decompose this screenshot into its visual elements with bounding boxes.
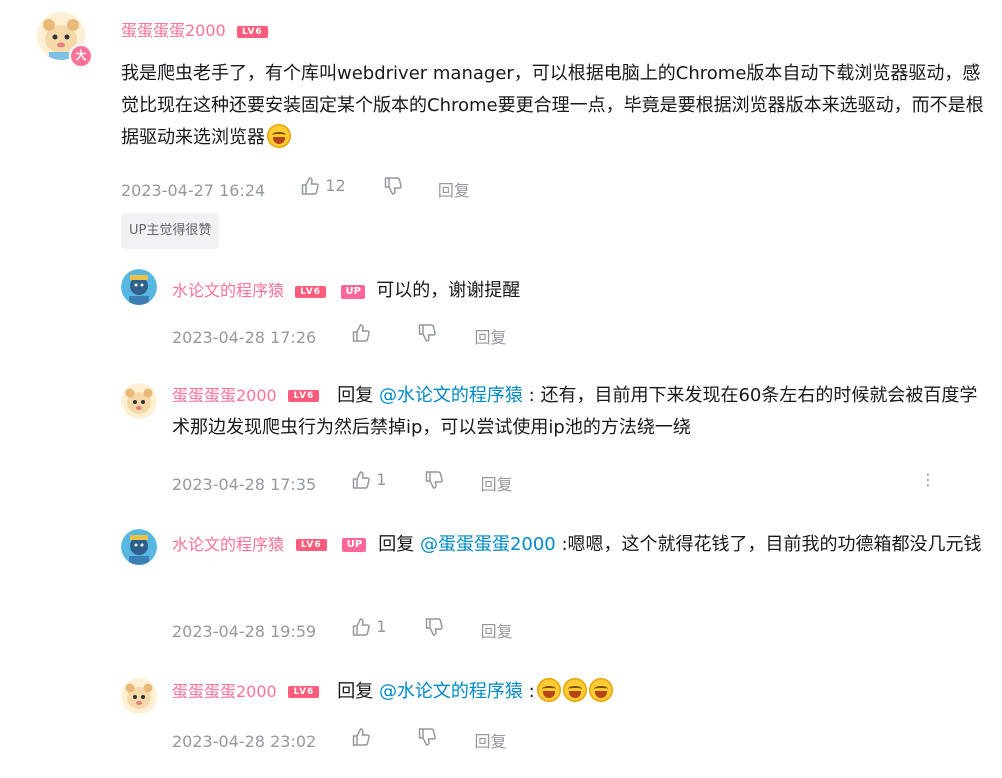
reply-time: 2023-04-28 17:35 — [172, 475, 317, 494]
reply-avatar[interactable] — [121, 269, 157, 305]
mention-link[interactable]: @蛋蛋蛋蛋2000 — [420, 534, 556, 555]
avatar-badge: 大 — [69, 44, 93, 68]
reply-time: 2023-04-28 19:59 — [172, 622, 317, 641]
like-count: 12 — [325, 176, 346, 195]
reply-prefix: 回复 — [337, 385, 379, 406]
reply-avatar[interactable] — [121, 529, 157, 565]
thumbs-down-icon — [424, 470, 444, 490]
reply-avatar[interactable] — [121, 678, 157, 714]
thumbs-down-icon — [417, 727, 437, 747]
comment-time: 2023-04-27 16:24 — [121, 181, 266, 200]
like-button[interactable]: 12 — [300, 175, 346, 197]
reply-text: 可以的，谢谢提醒 — [376, 280, 521, 301]
level-badge: LV6 — [288, 390, 320, 402]
reply-time: 2023-04-28 17:26 — [172, 328, 317, 347]
laughing-cry-emoji-icon — [267, 124, 291, 148]
like-button[interactable] — [351, 727, 376, 747]
dislike-button[interactable] — [417, 727, 437, 747]
reply-button[interactable]: 回复 — [481, 474, 513, 496]
level-badge: LV6 — [288, 686, 320, 698]
mention-link[interactable]: @水论文的程序猿 — [379, 681, 523, 702]
level-badge: LV6 — [295, 285, 327, 298]
thumbs-down-icon — [383, 176, 403, 196]
thumbs-up-icon — [351, 470, 371, 490]
up-liked-tag: UP主觉得很赞 — [121, 213, 220, 249]
laughing-cry-emoji-icon — [588, 678, 613, 702]
like-count: 1 — [376, 617, 387, 636]
dislike-button[interactable] — [417, 323, 437, 343]
dislike-button[interactable] — [424, 470, 444, 490]
reply-button[interactable]: 回复 — [474, 327, 506, 349]
reply-button[interactable]: 回复 — [481, 621, 513, 643]
reply-button[interactable]: 回复 — [438, 180, 470, 202]
thumbs-up-icon — [351, 727, 371, 747]
laughing-cry-emoji-icon — [536, 678, 561, 702]
reply-time: 2023-04-28 23:02 — [172, 732, 317, 751]
reply-prefix: 回复 — [378, 534, 420, 555]
like-button[interactable]: 1 — [351, 469, 386, 491]
reply-text: 蛋蛋蛋蛋2000 LV6 回复 @水论文的程序猿 : — [172, 676, 992, 708]
reply-text-body: : — [522, 681, 535, 702]
thumbs-up-icon — [300, 176, 320, 196]
comment-header: 蛋蛋蛋蛋2000 LV6 — [121, 17, 268, 41]
reply-prefix: 回复 — [337, 681, 379, 702]
username[interactable]: 水论文的程序猿 — [172, 281, 284, 300]
reply-avatar[interactable] — [121, 383, 157, 419]
dislike-button[interactable] — [424, 617, 444, 637]
thumbs-down-icon — [424, 617, 444, 637]
reply-meta: 2023-04-28 17:35 1 回复 — [172, 469, 513, 496]
username[interactable]: 蛋蛋蛋蛋2000 — [172, 386, 277, 405]
reply-text-body: :嗯嗯，这个就得花钱了，目前我的功德箱都没几元钱 — [555, 534, 982, 555]
thumbs-up-icon — [351, 617, 371, 637]
comment-text: 我是爬虫老手了，有个库叫webdriver manager，可以根据电脑上的Ch… — [121, 58, 991, 154]
thumbs-down-icon — [417, 323, 437, 343]
reply-text: 蛋蛋蛋蛋2000 LV6 回复 @水论文的程序猿 : 还有，目前用下来发现在60… — [172, 380, 992, 444]
laughing-cry-emoji-icon — [562, 678, 587, 702]
username[interactable]: 蛋蛋蛋蛋2000 — [121, 21, 226, 40]
reply-meta: 2023-04-28 23:02 回复 — [172, 727, 506, 753]
level-badge: LV6 — [295, 539, 327, 551]
mention-link[interactable]: @水论文的程序猿 — [379, 385, 523, 406]
dislike-button[interactable] — [383, 176, 403, 196]
thumbs-up-icon — [351, 323, 371, 343]
more-options-icon[interactable]: ⋮ — [920, 472, 936, 488]
like-count: 1 — [376, 470, 387, 489]
reply-text: 水论文的程序猿 LV6 UP 回复 @蛋蛋蛋蛋2000 :嗯嗯，这个就得花钱了，… — [172, 529, 992, 561]
up-badge: UP — [341, 284, 366, 299]
like-button[interactable] — [351, 323, 376, 343]
reply-meta: 2023-04-28 17:26 回复 — [172, 323, 506, 349]
level-badge: LV6 — [236, 25, 268, 38]
reply-header: 水论文的程序猿 LV6 UP 可以的，谢谢提醒 — [172, 275, 520, 307]
like-button[interactable]: 1 — [351, 616, 386, 638]
comment-text-body: 我是爬虫老手了，有个库叫webdriver manager，可以根据电脑上的Ch… — [121, 63, 984, 148]
reply-button[interactable]: 回复 — [474, 731, 506, 753]
up-badge: UP — [342, 538, 367, 552]
username[interactable]: 水论文的程序猿 — [172, 535, 284, 554]
username[interactable]: 蛋蛋蛋蛋2000 — [172, 682, 277, 701]
comment-meta: 2023-04-27 16:24 12 回复 — [121, 175, 470, 202]
reply-meta: 2023-04-28 19:59 1 回复 — [172, 616, 513, 643]
